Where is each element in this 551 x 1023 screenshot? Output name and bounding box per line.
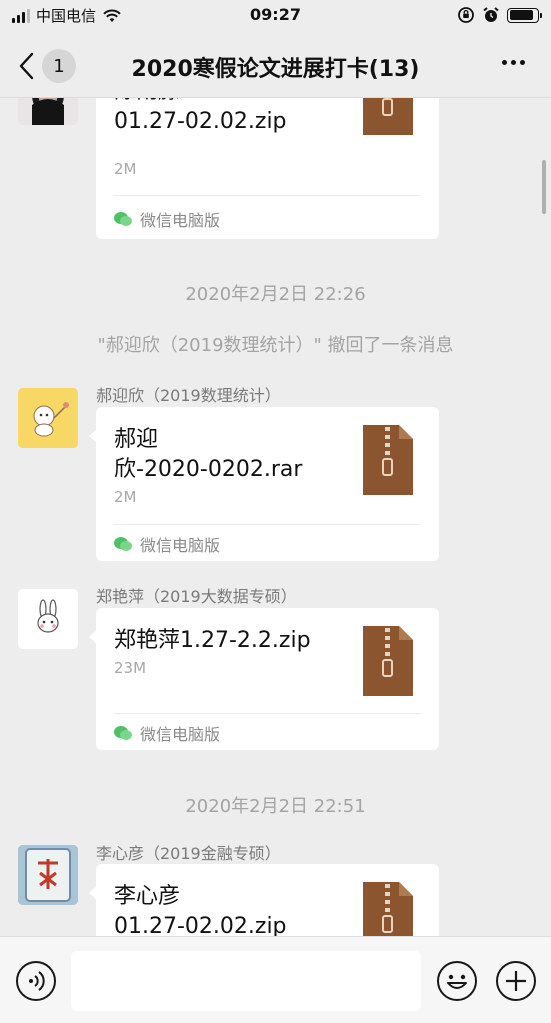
plus-icon <box>506 971 526 991</box>
file-size: 23M <box>114 659 147 677</box>
rabbit-avatar-icon <box>18 589 78 649</box>
file-message-bubble[interactable]: 陈雨滕 01.27-02.02.zip 2M 微信电脑版 <box>96 98 439 239</box>
timestamp: 2020年2月2日 22:26 <box>185 284 366 305</box>
zip-file-icon <box>363 425 413 495</box>
avatar[interactable] <box>18 845 78 905</box>
voice-icon <box>29 971 45 991</box>
source-label: 微信电脑版 <box>114 721 220 745</box>
zip-file-icon <box>363 626 413 696</box>
divider <box>114 524 421 525</box>
more-actions-button[interactable] <box>496 961 536 1001</box>
file-name: 李心彦 01.27-02.02.zip <box>114 884 287 936</box>
avatar[interactable] <box>18 98 78 125</box>
zip-file-icon <box>363 882 413 936</box>
file-name: 郝迎 欣-2020-0202.rar <box>114 427 303 482</box>
source-label: 微信电脑版 <box>114 207 220 231</box>
recall-notice: "郝迎欣（2019数理统计）" 撤回了一条消息 <box>97 335 454 356</box>
wechat-icon <box>114 212 132 226</box>
cartoon-avatar-icon <box>18 388 78 448</box>
wechat-icon <box>114 537 132 551</box>
message-text-input[interactable] <box>71 951 421 1011</box>
file-message-bubble[interactable]: 郑艳萍1.27-2.2.zip 23M 微信电脑版 <box>89 608 439 750</box>
divider <box>114 195 421 196</box>
message-input-bar <box>0 936 551 1023</box>
chat-header: 1 2020寒假论文进展打卡(13) <box>0 34 551 98</box>
sender-name: 郑艳萍（2019大数据专硕） <box>96 587 297 606</box>
file-name: 陈雨滕 01.27-02.02.zip <box>114 98 287 134</box>
file-message-bubble[interactable]: 李心彦 01.27-02.02.zip <box>89 864 439 936</box>
wechat-icon <box>114 726 132 740</box>
voice-input-button[interactable] <box>16 961 56 1001</box>
emoji-button[interactable] <box>437 961 477 1001</box>
more-options-button[interactable] <box>502 60 525 65</box>
source-label: 微信电脑版 <box>114 532 220 556</box>
back-button[interactable]: 1 <box>18 48 98 84</box>
zip-file-icon <box>363 98 413 135</box>
status-bar: 中国电信 09:27 <box>0 0 551 34</box>
avatar-photo-icon <box>18 98 78 125</box>
sender-name: 郝迎欣（2019数理统计） <box>96 386 281 405</box>
source-text: 微信电脑版 <box>140 536 221 555</box>
file-size: 2M <box>114 160 137 178</box>
file-size: 2M <box>114 488 137 506</box>
avatar[interactable] <box>18 388 78 448</box>
file-message-bubble[interactable]: 郝迎 欣-2020-0202.rar 2M 微信电脑版 <box>89 407 439 561</box>
smiley-icon <box>447 974 467 989</box>
sender-name: 李心彦（2019金融专硕） <box>96 844 281 863</box>
dot-icon <box>511 60 516 65</box>
scrollbar[interactable] <box>542 160 546 214</box>
source-text: 微信电脑版 <box>140 725 221 744</box>
dot-icon <box>502 60 507 65</box>
mahjong-avatar-icon <box>18 845 78 905</box>
source-text: 微信电脑版 <box>140 211 221 230</box>
chevron-left-icon <box>19 52 34 80</box>
battery-icon <box>507 7 542 23</box>
divider <box>114 713 421 714</box>
avatar[interactable] <box>18 589 78 649</box>
file-name: 郑艳萍1.27-2.2.zip <box>114 628 311 653</box>
timestamp: 2020年2月2日 22:51 <box>185 796 366 817</box>
unread-count-badge: 1 <box>42 49 76 83</box>
chat-message-list[interactable]: 陈雨滕 01.27-02.02.zip 2M 微信电脑版 2020年2月2日 2… <box>0 98 551 936</box>
rotation-lock-icon <box>458 7 474 23</box>
status-right <box>457 6 542 24</box>
alarm-icon <box>483 7 499 22</box>
chat-title: 2020寒假论文进展打卡(13) <box>131 57 420 82</box>
dot-icon <box>520 60 525 65</box>
